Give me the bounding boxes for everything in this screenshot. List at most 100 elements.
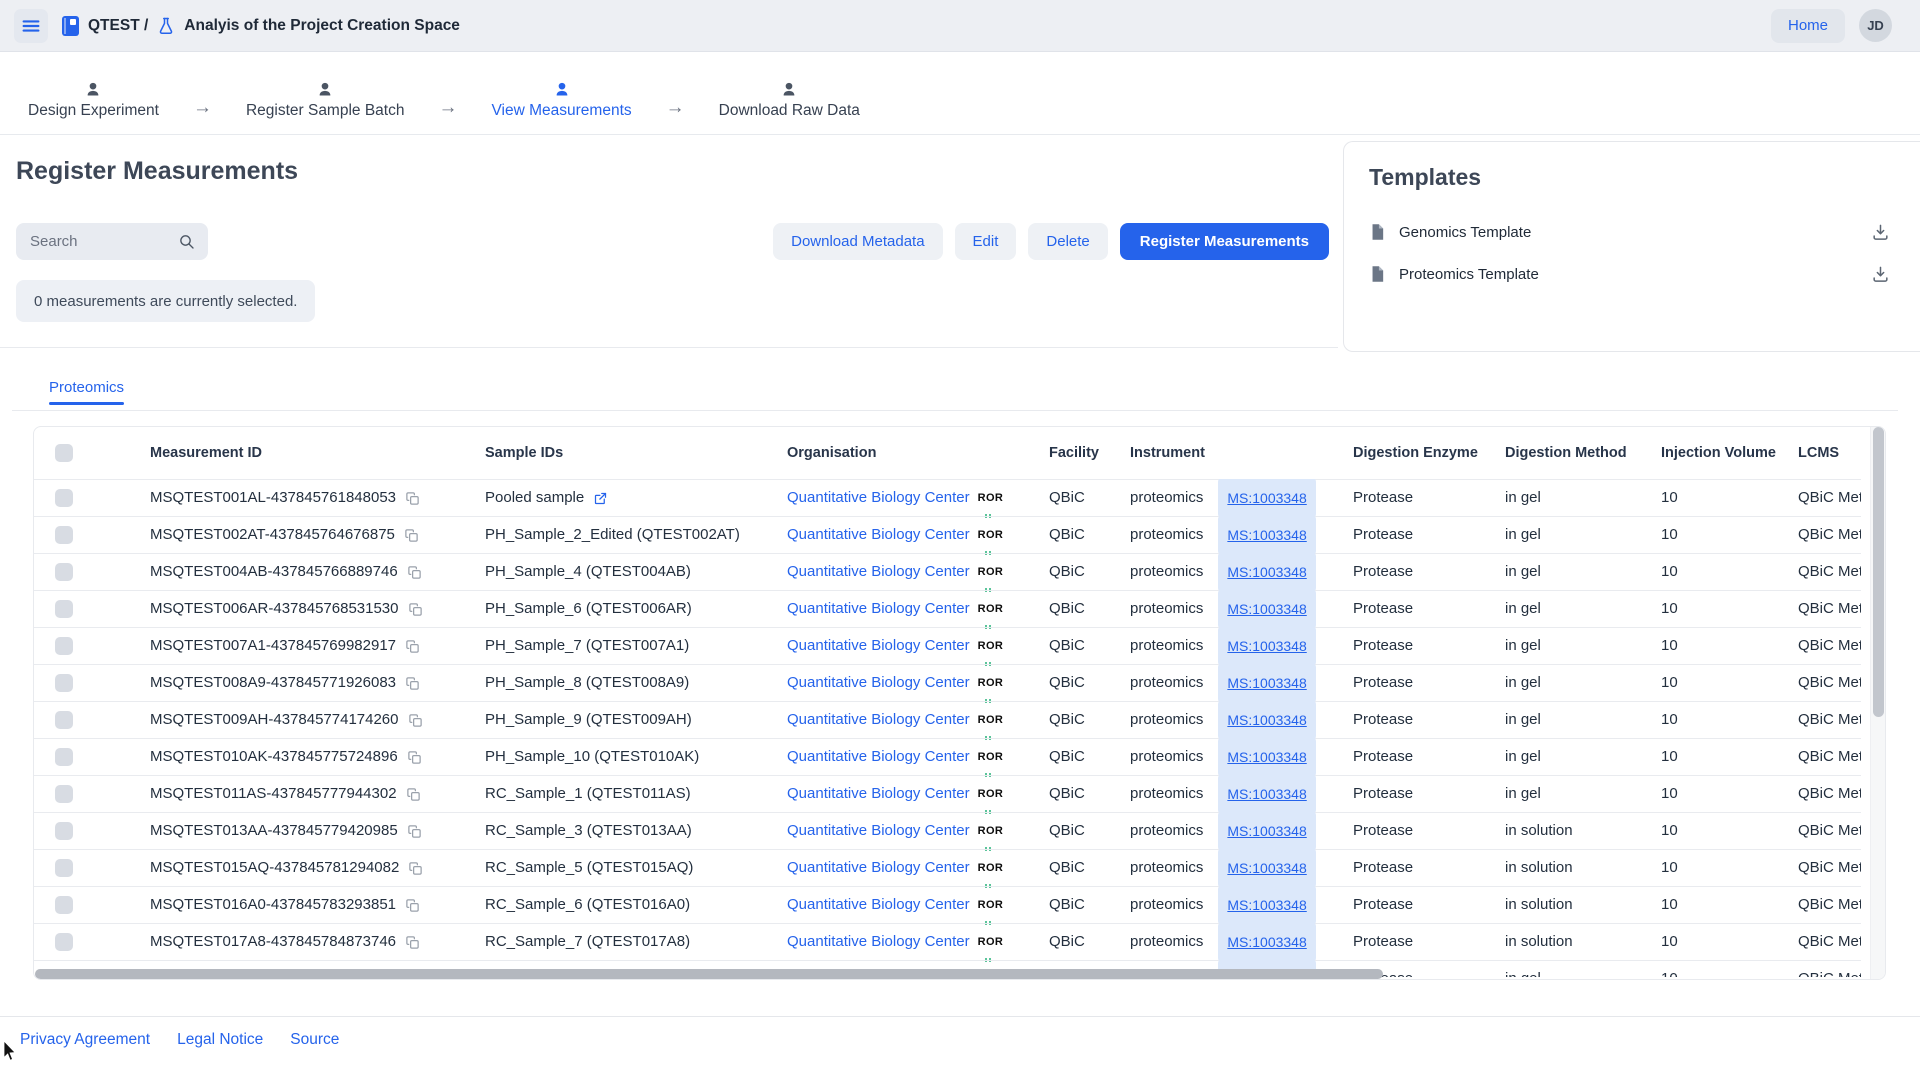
instrument-ontology-link[interactable]: MS:1003348	[1218, 588, 1315, 630]
download-template-button[interactable]	[1871, 223, 1890, 242]
copy-icon[interactable]	[406, 787, 421, 802]
organisation-link[interactable]: Quantitative Biology Center	[787, 924, 970, 960]
instrument-ontology-link[interactable]: MS:1003348	[1218, 847, 1315, 889]
column-header[interactable]: Measurement ID	[150, 427, 262, 479]
vertical-scrollbar-thumb[interactable]	[1873, 427, 1884, 717]
search-icon[interactable]	[178, 233, 196, 251]
row-checkbox[interactable]	[55, 711, 73, 729]
column-header[interactable]: Injection Volume	[1661, 427, 1776, 479]
instrument-ontology-link[interactable]: MS:1003348	[1218, 810, 1315, 852]
column-header[interactable]: Instrument	[1130, 427, 1205, 479]
vertical-scrollbar[interactable]	[1870, 427, 1885, 979]
column-header[interactable]: Digestion Enzyme	[1353, 427, 1478, 479]
digestion-method-cell: in solution	[1505, 850, 1573, 886]
table-row: MSQTEST017A8-437845784873746 RC_Sample_7…	[34, 923, 1861, 960]
copy-icon[interactable]	[408, 713, 423, 728]
step-design-experiment[interactable]: Design Experiment	[28, 81, 159, 120]
row-checkbox[interactable]	[55, 489, 73, 507]
row-checkbox[interactable]	[55, 748, 73, 766]
horizontal-scrollbar[interactable]	[35, 969, 1383, 979]
column-header[interactable]: Digestion Method	[1505, 427, 1627, 479]
external-link-icon[interactable]	[593, 491, 608, 506]
copy-icon[interactable]	[407, 565, 422, 580]
home-button[interactable]: Home	[1771, 9, 1845, 43]
instrument-ontology-link[interactable]: MS:1003348	[1218, 479, 1315, 519]
measurement-id: MSQTEST016A0-437845783293851	[150, 887, 396, 923]
column-header[interactable]: Sample IDs	[485, 427, 563, 479]
digestion-method-cell: in gel	[1505, 517, 1541, 553]
column-header[interactable]: Facility	[1049, 427, 1099, 479]
copy-icon[interactable]	[405, 935, 420, 950]
organisation-link[interactable]: Quantitative Biology Center	[787, 813, 970, 849]
organisation-link[interactable]: Quantitative Biology Center	[787, 887, 970, 923]
copy-icon[interactable]	[404, 528, 419, 543]
instrument-ontology-link[interactable]: MS:1003348	[1218, 625, 1315, 667]
organisation-link[interactable]: Quantitative Biology Center	[787, 850, 970, 886]
row-checkbox[interactable]	[55, 859, 73, 877]
step-download-raw-data[interactable]: Download Raw Data	[719, 81, 860, 120]
row-checkbox[interactable]	[55, 822, 73, 840]
organisation-link[interactable]: Quantitative Biology Center	[787, 480, 970, 516]
instrument-ontology-link[interactable]: MS:1003348	[1218, 773, 1315, 815]
organisation-link[interactable]: Quantitative Biology Center	[787, 739, 970, 775]
column-header[interactable]: Organisation	[787, 427, 876, 479]
edit-button[interactable]: Edit	[955, 223, 1017, 260]
instrument-ontology-link[interactable]: MS:1003348	[1218, 662, 1315, 704]
copy-icon[interactable]	[405, 676, 420, 691]
injection-volume-cell: 10	[1661, 961, 1678, 977]
copy-icon[interactable]	[408, 861, 423, 876]
measurement-id: MSQTEST015AQ-437845781294082	[150, 850, 399, 886]
organisation-link[interactable]: Quantitative Biology Center	[787, 665, 970, 701]
avatar[interactable]: JD	[1859, 9, 1892, 42]
row-checkbox[interactable]	[55, 563, 73, 581]
row-checkbox[interactable]	[55, 600, 73, 618]
copy-icon[interactable]	[405, 491, 420, 506]
search-input[interactable]	[28, 232, 178, 251]
organisation-link[interactable]: Quantitative Biology Center	[787, 776, 970, 812]
copy-icon[interactable]	[405, 898, 420, 913]
instrument-ontology-link[interactable]: MS:1003348	[1218, 699, 1315, 741]
instrument-ontology-link[interactable]: MS:1003348	[1218, 551, 1315, 593]
copy-icon[interactable]	[407, 824, 422, 839]
step-view-measurements[interactable]: View Measurements	[491, 81, 631, 120]
sample-id: RC_Sample_7 (QTEST017A8)	[485, 924, 690, 960]
copy-icon[interactable]	[408, 602, 423, 617]
organisation-link[interactable]: Quantitative Biology Center	[787, 517, 970, 553]
project-code[interactable]: QTEST /	[88, 17, 148, 35]
ror-icon: ROR	[978, 517, 1004, 553]
menu-button[interactable]	[14, 9, 48, 43]
copy-icon[interactable]	[407, 750, 422, 765]
privacy-agreement-link[interactable]: Privacy Agreement	[20, 1031, 150, 1049]
register-measurements-button[interactable]: Register Measurements	[1120, 223, 1329, 260]
download-metadata-button[interactable]: Download Metadata	[773, 223, 942, 260]
ror-icon: ROR	[978, 628, 1004, 664]
legal-notice-link[interactable]: Legal Notice	[177, 1031, 263, 1049]
source-link[interactable]: Source	[290, 1031, 339, 1049]
row-checkbox[interactable]	[55, 637, 73, 655]
instrument-ontology-link[interactable]: MS:1003348	[1218, 736, 1315, 778]
copy-icon[interactable]	[405, 639, 420, 654]
experiment-title[interactable]: Analyis of the Project Creation Space	[184, 17, 460, 35]
digestion-method-cell: in solution	[1505, 813, 1573, 849]
row-checkbox[interactable]	[55, 526, 73, 544]
organisation-link[interactable]: Quantitative Biology Center	[787, 554, 970, 590]
instrument-ontology-link[interactable]: MS:1003348	[1218, 514, 1315, 556]
measurement-id: MSQTEST013AA-437845779420985	[150, 813, 398, 849]
instrument-ontology-link[interactable]: MS:1003348	[1218, 884, 1315, 926]
instrument-ontology-link[interactable]: MS:1003348	[1218, 921, 1315, 963]
organisation-link[interactable]: Quantitative Biology Center	[787, 702, 970, 738]
step-register-sample-batch[interactable]: Register Sample Batch	[246, 81, 405, 120]
organisation-link[interactable]: Quantitative Biology Center	[787, 628, 970, 664]
delete-button[interactable]: Delete	[1028, 223, 1107, 260]
row-checkbox[interactable]	[55, 674, 73, 692]
organisation-link[interactable]: Quantitative Biology Center	[787, 591, 970, 627]
tab-proteomics[interactable]: Proteomics	[40, 372, 133, 403]
table-row: MSQTEST001AL-437845761848053 Pooled samp…	[34, 479, 1861, 516]
row-checkbox[interactable]	[55, 896, 73, 914]
injection-volume-cell: 10	[1661, 776, 1678, 812]
row-checkbox[interactable]	[55, 933, 73, 951]
download-template-button[interactable]	[1871, 265, 1890, 284]
row-checkbox[interactable]	[55, 785, 73, 803]
column-header[interactable]: LCMS	[1798, 427, 1839, 479]
select-all-checkbox[interactable]	[55, 444, 73, 462]
